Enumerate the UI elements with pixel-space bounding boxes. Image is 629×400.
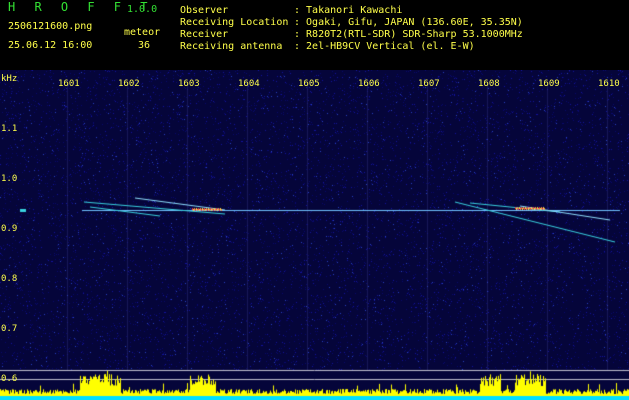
x-tick-label: 1604 [238,79,260,89]
antenna-label: Receiving antenna [180,41,283,52]
app-version: 1.0.0 [127,4,158,15]
header-panel: H R O F F T 1.0.0 2506121600.png meteor … [0,0,629,70]
x-tick-label: 1605 [298,79,320,89]
file-name: 2506121600.png [8,21,93,32]
y-tick-label: 0.7 [1,324,18,334]
x-tick-label: 1610 [598,79,620,89]
location-value: : Ogaki, Gifu, JAPAN (136.60E, 35.35N) [294,17,523,28]
spectrogram-canvas [0,70,629,400]
location-label: Receiving Location [180,17,289,28]
y-tick-label: 0.8 [1,274,18,284]
x-tick-label: 1608 [478,79,500,89]
y-tick-label: 0.6 [1,374,18,384]
x-tick-label: 1602 [118,79,140,89]
date-time: 25.06.12 16:00 [8,40,93,51]
x-tick-label: 1603 [178,79,200,89]
y-tick-label: 1.0 [1,174,18,184]
antenna-value: : 2el-HB9CV Vertical (el. E-W) [294,41,475,52]
x-tick-label: 1601 [58,79,80,89]
meteor-count: 36 [138,40,151,51]
x-tick-label: 1606 [358,79,380,89]
y-tick-label: 0.9 [1,224,18,234]
y-tick-label: 1.1 [1,124,18,134]
observer-value: : Takanori Kawachi [294,5,403,16]
x-tick-label: 1609 [538,79,560,89]
receiver-label: Receiver [180,29,229,40]
x-tick-label: 1607 [418,79,440,89]
meteor-label: meteor [124,27,161,38]
receiver-value: : R820T2(RTL-SDR) SDR-Sharp 53.1000MHz [294,29,523,40]
y-axis-unit: kHz [1,74,18,84]
observer-label: Observer [180,5,229,16]
